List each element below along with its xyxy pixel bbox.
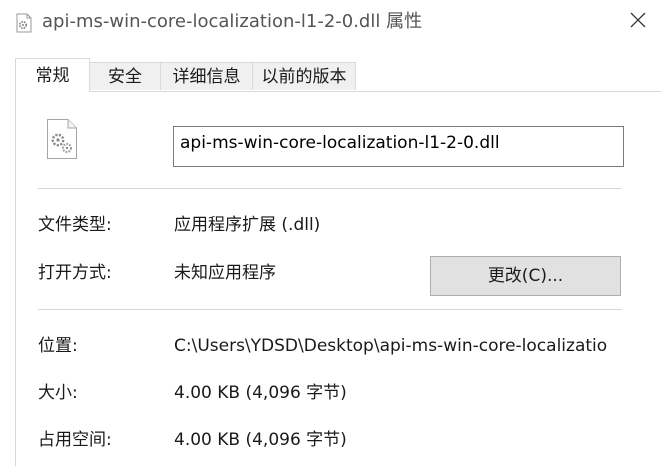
window-title: api-ms-win-core-localization-l1-2-0.dll … <box>42 11 423 32</box>
size-label: 大小: <box>38 383 78 403</box>
location-label: 位置: <box>38 336 78 356</box>
tab-strip: 常规 安全 详细信息 以前的版本 <box>0 58 661 92</box>
title-bar: api-ms-win-core-localization-l1-2-0.dll … <box>0 0 661 46</box>
close-button[interactable] <box>615 0 661 44</box>
file-name-field[interactable]: api-ms-win-core-localization-l1-2-0.dll <box>173 126 624 167</box>
tab-details[interactable]: 详细信息 <box>160 62 253 90</box>
tab-details-label: 详细信息 <box>172 67 241 87</box>
change-button[interactable]: 更改(C)... <box>430 256 621 296</box>
location-value: C:\Users\YDSD\Desktop\api-ms-win-core-lo… <box>174 336 608 356</box>
opens-with-label: 打开方式: <box>38 263 112 283</box>
file-type-label: 文件类型: <box>38 215 112 235</box>
tab-previous-versions[interactable]: 以前的版本 <box>252 62 356 90</box>
separator <box>38 188 622 189</box>
separator <box>38 309 622 310</box>
opens-with-value: 未知应用程序 <box>174 263 276 283</box>
file-type-value: 应用程序扩展 (.dll) <box>174 215 321 235</box>
tab-security-label: 安全 <box>108 67 142 87</box>
tab-general[interactable]: 常规 <box>15 58 90 92</box>
size-value: 4.00 KB (4,096 字节) <box>174 383 347 403</box>
tab-security[interactable]: 安全 <box>89 62 161 90</box>
size-on-disk-label: 占用空间: <box>38 430 112 450</box>
tab-general-label: 常规 <box>35 66 70 86</box>
size-on-disk-value: 4.00 KB (4,096 字节) <box>174 430 347 450</box>
tab-previous-versions-label: 以前的版本 <box>261 67 347 87</box>
dll-file-icon <box>14 13 34 33</box>
dll-file-icon <box>46 118 78 160</box>
close-icon <box>630 12 646 32</box>
